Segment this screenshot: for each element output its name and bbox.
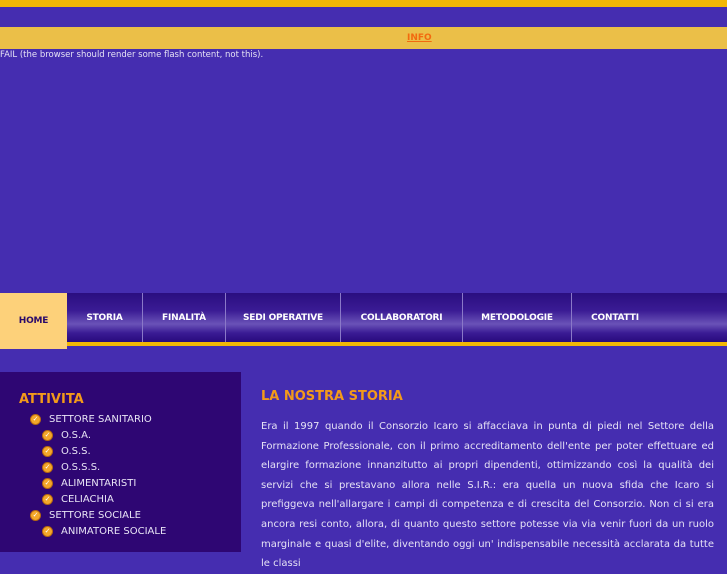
sidebar-item[interactable]: ✓ O.S.A. bbox=[42, 430, 91, 441]
check-icon: ✓ bbox=[42, 462, 53, 473]
sidebar-item-label: SETTORE SANITARIO bbox=[49, 414, 152, 425]
check-icon: ✓ bbox=[42, 430, 53, 441]
nav-sedi-operative[interactable]: SEDI OPERATIVE bbox=[226, 293, 341, 343]
check-icon: ✓ bbox=[30, 510, 41, 521]
nav-underline bbox=[67, 342, 727, 346]
sidebar-item[interactable]: ✓ SETTORE SANITARIO bbox=[30, 414, 152, 425]
check-icon: ✓ bbox=[42, 526, 53, 537]
main-nav: HOME STORIA FINALITÀ SEDI OPERATIVE COLL… bbox=[0, 293, 727, 349]
nav-metodologie[interactable]: METODOLOGIE bbox=[463, 293, 572, 343]
nav-storia[interactable]: STORIA bbox=[67, 293, 143, 343]
check-icon: ✓ bbox=[42, 446, 53, 457]
content-title: LA NOSTRA STORIA bbox=[261, 389, 403, 404]
top-bar bbox=[0, 0, 727, 7]
sidebar-item[interactable]: ✓ ALIMENTARISTI bbox=[42, 478, 136, 489]
info-link[interactable]: INFO bbox=[407, 33, 432, 43]
sidebar-item-label: O.S.S. bbox=[61, 446, 91, 457]
sidebar: ATTIVITA ✓ SETTORE SANITARIO ✓ O.S.A. ✓ O.S… bbox=[0, 372, 241, 552]
sidebar-item-label: O.S.S.S. bbox=[61, 462, 101, 473]
nav-finalita[interactable]: FINALITÀ bbox=[143, 293, 226, 343]
check-icon: ✓ bbox=[42, 494, 53, 505]
sidebar-item-label: ANIMATORE SOCIALE bbox=[61, 526, 167, 537]
sidebar-item[interactable]: ✓ CELIACHIA bbox=[42, 494, 114, 505]
main-content: LA NOSTRA STORIA Era il 1997 quando il C… bbox=[261, 389, 714, 574]
nav-home[interactable]: HOME bbox=[0, 293, 67, 349]
flash-fallback-text: FAIL (the browser should render some fla… bbox=[0, 50, 264, 60]
sidebar-item[interactable]: ✓ ANIMATORE SOCIALE bbox=[42, 526, 166, 537]
check-icon: ✓ bbox=[30, 414, 41, 425]
sidebar-item-label: ALIMENTARISTI bbox=[61, 478, 137, 489]
nav-collaboratori[interactable]: COLLABORATORI bbox=[341, 293, 463, 343]
sidebar-item-label: CELIACHIA bbox=[61, 494, 114, 505]
content-body: Era il 1997 quando il Consorzio Icaro si… bbox=[261, 421, 714, 570]
sidebar-item-label: SETTORE SOCIALE bbox=[49, 510, 141, 521]
info-bar: INFO bbox=[0, 27, 727, 49]
sidebar-title: ATTIVITA bbox=[19, 392, 84, 407]
nav-contatti[interactable]: CONTATTI bbox=[572, 293, 658, 343]
sidebar-item[interactable]: ✓ O.S.S. bbox=[42, 446, 91, 457]
sidebar-item[interactable]: ✓ O.S.S.S. bbox=[42, 462, 100, 473]
sidebar-item-label: O.S.A. bbox=[61, 430, 92, 441]
sidebar-item[interactable]: ✓ SETTORE SOCIALE bbox=[30, 510, 141, 521]
check-icon: ✓ bbox=[42, 478, 53, 489]
